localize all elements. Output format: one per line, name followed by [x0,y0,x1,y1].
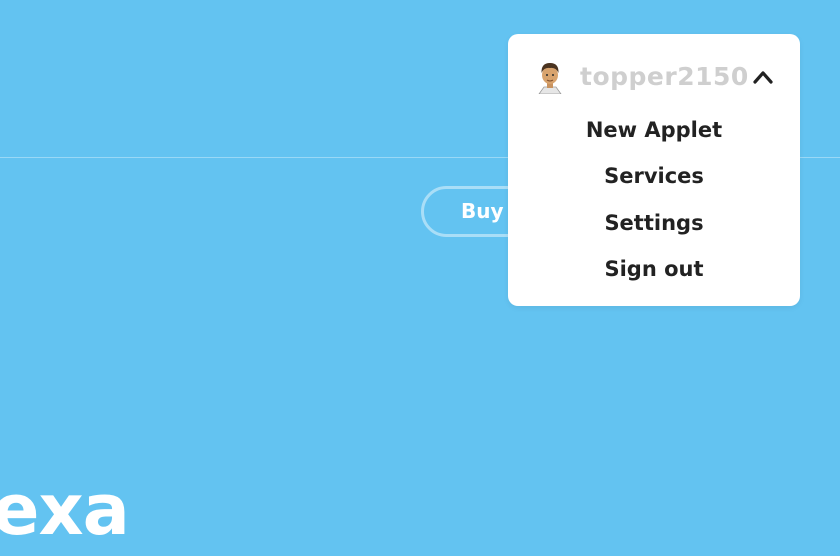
user-menu-toggle[interactable]: topper2150 [508,52,800,102]
bitmoji-avatar-icon [536,60,564,95]
menu-item-services[interactable]: Services [508,161,800,191]
chevron-up-icon[interactable] [752,67,774,87]
menu-item-sign-out[interactable]: Sign out [508,254,800,284]
buy-button-label: Buy [461,199,504,223]
hero-title: exa [0,469,130,551]
user-dropdown-menu: topper2150 New Applet Services Settings … [508,34,800,306]
username-label: topper2150 [580,62,749,91]
menu-item-new-applet[interactable]: New Applet [508,115,800,145]
menu-item-settings[interactable]: Settings [508,208,800,238]
